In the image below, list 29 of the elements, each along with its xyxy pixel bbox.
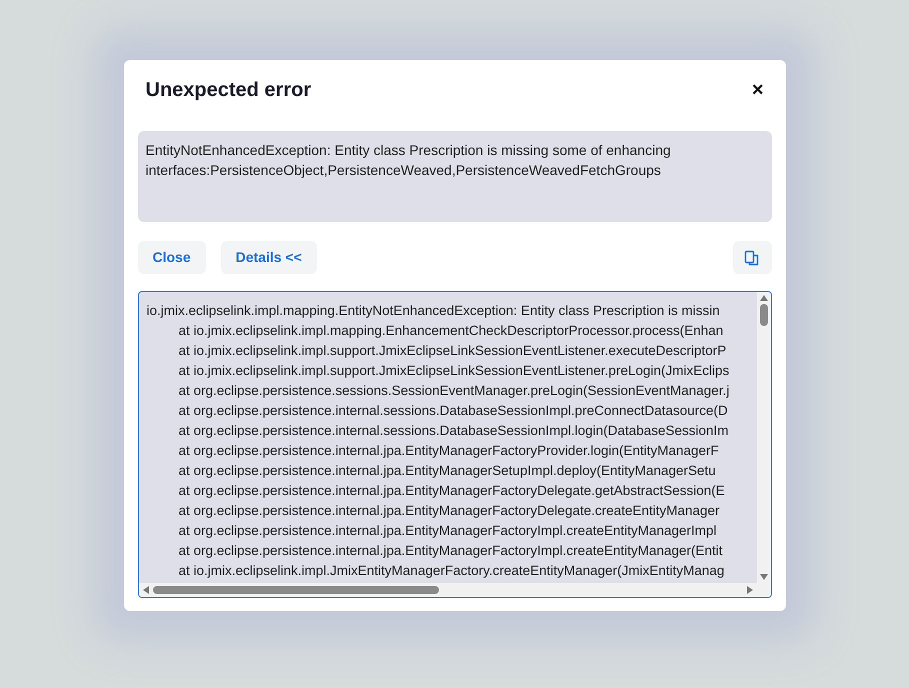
stack-trace-field[interactable] — [138, 291, 772, 598]
stack-trace-line: at org.eclipse.persistence.sessions.SessionEventManager.preLogin(SessionEventManager.j — [178, 382, 730, 400]
copy-button[interactable] — [732, 241, 772, 274]
stack-trace-line: at io.jmix.eclipselink.impl.support.JmixEclipseLinkSessionEventListener.executeDescriptorP — [178, 342, 726, 360]
horizontal-scrollbar[interactable] — [138, 583, 770, 597]
stack-trace-line: at io.jmix.eclipselink.impl.JmixEntityManagerFactory.createEntityManager(JmixEntityManag — [178, 562, 724, 580]
stack-trace-line: at org.eclipse.persistence.internal.jpa.EntityManagerFactoryDelegate.getAbstractSession(E — [178, 482, 725, 500]
scroll-up-icon[interactable] — [760, 295, 768, 301]
stack-trace-line: at io.jmix.eclipselink.impl.mapping.EnhancementCheckDescriptorProcessor.process(Enhan — [178, 322, 724, 340]
close-button[interactable]: Close — [138, 241, 206, 274]
scrollbar-thumb[interactable] — [152, 586, 438, 594]
dialog-title: Unexpected error — [146, 78, 312, 103]
copy-icon — [744, 250, 760, 266]
stack-trace-line: at org.eclipse.persistence.internal.sessions.DatabaseSessionImpl.preConnectDatasource(D — [178, 402, 728, 420]
scrollbar-thumb[interactable] — [760, 304, 768, 326]
stack-trace-line: at org.eclipse.persistence.internal.jpa.EntityManagerSetupImpl.deploy(EntityManagerSetu — [178, 462, 716, 480]
scroll-right-icon[interactable] — [746, 586, 752, 594]
vertical-scrollbar[interactable] — [756, 292, 770, 583]
error-message: EntityNotEnhancedException: Entity class Prescription is missing some of enhancing interfaces:PersistenceObject,PersistenceWeaved,PersistenceWeavedFetchGroups — [138, 131, 772, 222]
scroll-down-icon[interactable] — [760, 574, 768, 580]
stack-trace-line: at org.eclipse.persistence.internal.jpa.EntityManagerFactoryDelegate.createEntityManager — [178, 502, 720, 520]
stack-trace-line: at io.jmix.eclipselink.impl.support.JmixEclipseLinkSessionEventListener.preLogin(JmixEclips — [178, 362, 730, 380]
stack-trace-line: at org.eclipse.persistence.internal.sessions.DatabaseSessionImpl.login(DatabaseSessionIm — [178, 422, 729, 440]
scroll-left-icon[interactable] — [142, 586, 148, 594]
stack-trace-line: at org.eclipse.persistence.internal.jpa.EntityManagerFactoryImpl.createEntityManager(Entit — [178, 542, 723, 560]
stack-trace-line: at org.eclipse.persistence.internal.jpa.EntityManagerFactoryProvider.login(EntityManagerF — [178, 442, 719, 460]
details-button[interactable]: Details << — [220, 241, 317, 274]
stack-trace-line: at org.eclipse.persistence.internal.jpa.EntityManagerFactoryImpl.createEntityManagerImpl — [178, 522, 717, 540]
stack-trace-line: io.jmix.eclipselink.impl.mapping.EntityNotEnhancedException: Entity class Prescription is missin — [146, 302, 720, 320]
